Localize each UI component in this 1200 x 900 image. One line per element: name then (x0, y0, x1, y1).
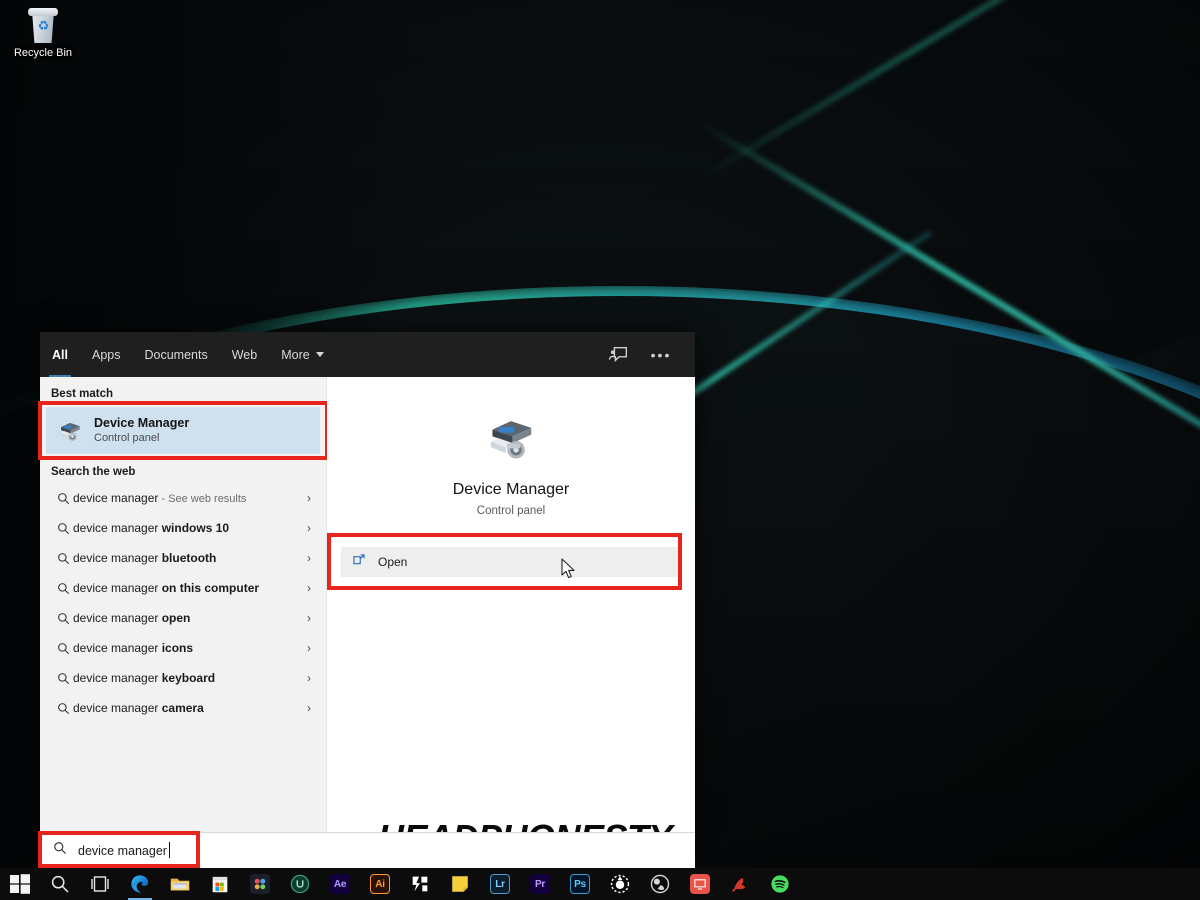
search-icon (53, 642, 73, 655)
chevron-right-icon: › (307, 551, 311, 565)
obs-studio-icon[interactable] (640, 868, 680, 900)
search-input-value: device manager (78, 841, 170, 858)
chevron-right-icon: › (307, 701, 311, 715)
search-icon (53, 702, 73, 715)
taskbar: Ae Ai Lr Pr Ps (0, 868, 1200, 900)
edge-icon[interactable] (120, 868, 160, 900)
recycle-bin-label: Recycle Bin (13, 47, 73, 59)
best-match-row[interactable]: Device Manager Control panel (46, 407, 320, 454)
web-result-label-1: device manager - See web results (73, 491, 247, 505)
tab-all[interactable]: All (40, 332, 80, 378)
tab-web[interactable]: Web (220, 332, 269, 377)
task-view-button[interactable] (80, 868, 120, 900)
chevron-right-icon: › (307, 521, 311, 535)
chevron-right-icon: › (307, 671, 311, 685)
start-button[interactable] (0, 868, 40, 900)
best-match-heading: Best match (51, 388, 113, 400)
tab-web-label: Web (231, 347, 258, 362)
chevron-right-icon: › (307, 611, 311, 625)
tab-apps[interactable]: Apps (80, 332, 133, 377)
more-options-label: ••• (650, 346, 672, 363)
preview-hero: Device Manager Control panel (327, 377, 695, 517)
audacity-icon[interactable] (600, 868, 640, 900)
recycle-bin-icon: ♻ (26, 6, 60, 44)
search-icon (53, 492, 73, 505)
krita-icon[interactable] (720, 868, 760, 900)
premiere-pro-icon[interactable]: Pr (520, 868, 560, 900)
sticky-notes-icon[interactable] (440, 868, 480, 900)
search-icon (53, 612, 73, 625)
search-icon (53, 552, 73, 565)
tab-documents-label: Documents (144, 347, 208, 362)
search-input[interactable]: device manager (40, 832, 695, 868)
search-button[interactable] (40, 868, 80, 900)
davinci-resolve-icon[interactable] (240, 868, 280, 900)
lightroom-icon[interactable]: Lr (480, 868, 520, 900)
chevron-right-icon: › (307, 641, 311, 655)
open-action-row[interactable]: Open (341, 547, 681, 577)
microsoft-store-icon[interactable] (200, 868, 240, 900)
search-icon (53, 522, 73, 535)
search-panel-header: All Apps Documents Web More ••• (40, 332, 695, 378)
illustrator-icon[interactable]: Ai (360, 868, 400, 900)
search-panel-body: Best match Device Manager Control panel … (38, 377, 695, 832)
chevron-right-icon: › (307, 491, 311, 505)
web-result-row-8[interactable]: device manager camera › (44, 693, 322, 723)
search-icon (53, 582, 73, 595)
tab-all-label: All (52, 347, 68, 362)
device-manager-icon (483, 411, 539, 465)
tab-documents[interactable]: Documents (132, 332, 219, 377)
feedback-icon[interactable] (605, 341, 633, 369)
web-result-label-3: device manager bluetooth (73, 551, 217, 565)
chevron-down-icon (315, 352, 324, 357)
web-results-list: device manager - See web results › devic… (40, 483, 326, 723)
spotify-icon[interactable] (760, 868, 800, 900)
search-icon (53, 841, 67, 860)
tab-more-label: More (281, 347, 310, 362)
web-result-row-7[interactable]: device manager keyboard › (44, 663, 322, 693)
best-match-subtitle: Control panel (94, 431, 160, 444)
more-options-icon[interactable]: ••• (647, 341, 675, 369)
desktop-icon-recycle-bin[interactable]: ♻ Recycle Bin (6, 6, 80, 60)
tab-more[interactable]: More (269, 332, 335, 377)
best-match-title: Device Manager (94, 415, 190, 430)
media-encoder-icon[interactable] (400, 868, 440, 900)
web-result-label-4: device manager on this computer (73, 581, 260, 595)
photoshop-icon[interactable]: Ps (560, 868, 600, 900)
start-search-panel: All Apps Documents Web More ••• Best mat… (38, 332, 695, 832)
web-result-row-2[interactable]: device manager windows 10 › (44, 513, 322, 543)
open-external-icon (352, 553, 366, 572)
mouse-cursor (561, 558, 577, 580)
web-result-row-6[interactable]: device manager icons › (44, 633, 322, 663)
web-result-row-5[interactable]: device manager open › (44, 603, 322, 633)
utorrent-icon[interactable] (280, 868, 320, 900)
best-match-container: Device Manager Control panel (38, 401, 329, 460)
preview-actions: Open (327, 533, 695, 590)
chevron-right-icon: › (307, 581, 311, 595)
device-manager-icon (57, 418, 83, 444)
open-action-label: Open (378, 555, 408, 569)
file-explorer-icon[interactable] (160, 868, 200, 900)
web-result-row-3[interactable]: device manager bluetooth › (44, 543, 322, 573)
web-result-label-6: device manager icons (73, 641, 194, 655)
preview-column: Device Manager Control panel Open (327, 377, 695, 832)
web-result-label-7: device manager keyboard (73, 671, 216, 685)
best-match-text: Device Manager Control panel (94, 416, 189, 445)
web-result-label-5: device manager open (73, 611, 191, 625)
web-result-label-8: device manager camera (73, 701, 204, 715)
web-result-row-4[interactable]: device manager on this computer › (44, 573, 322, 603)
search-icon (53, 672, 73, 685)
preview-subtitle: Control panel (476, 505, 546, 517)
preview-title: Device Manager (452, 481, 570, 498)
search-filter-tabs: All Apps Documents Web More (40, 332, 336, 378)
search-panel-header-actions: ••• (605, 341, 681, 369)
tab-apps-label: Apps (91, 347, 121, 362)
web-result-row-1[interactable]: device manager - See web results › (44, 483, 322, 513)
after-effects-icon[interactable]: Ae (320, 868, 360, 900)
web-result-label-2: device manager windows 10 (73, 521, 230, 535)
search-results-column: Best match Device Manager Control panel … (38, 377, 329, 832)
search-the-web-heading: Search the web (51, 466, 136, 478)
screen-recorder-icon[interactable] (680, 868, 720, 900)
